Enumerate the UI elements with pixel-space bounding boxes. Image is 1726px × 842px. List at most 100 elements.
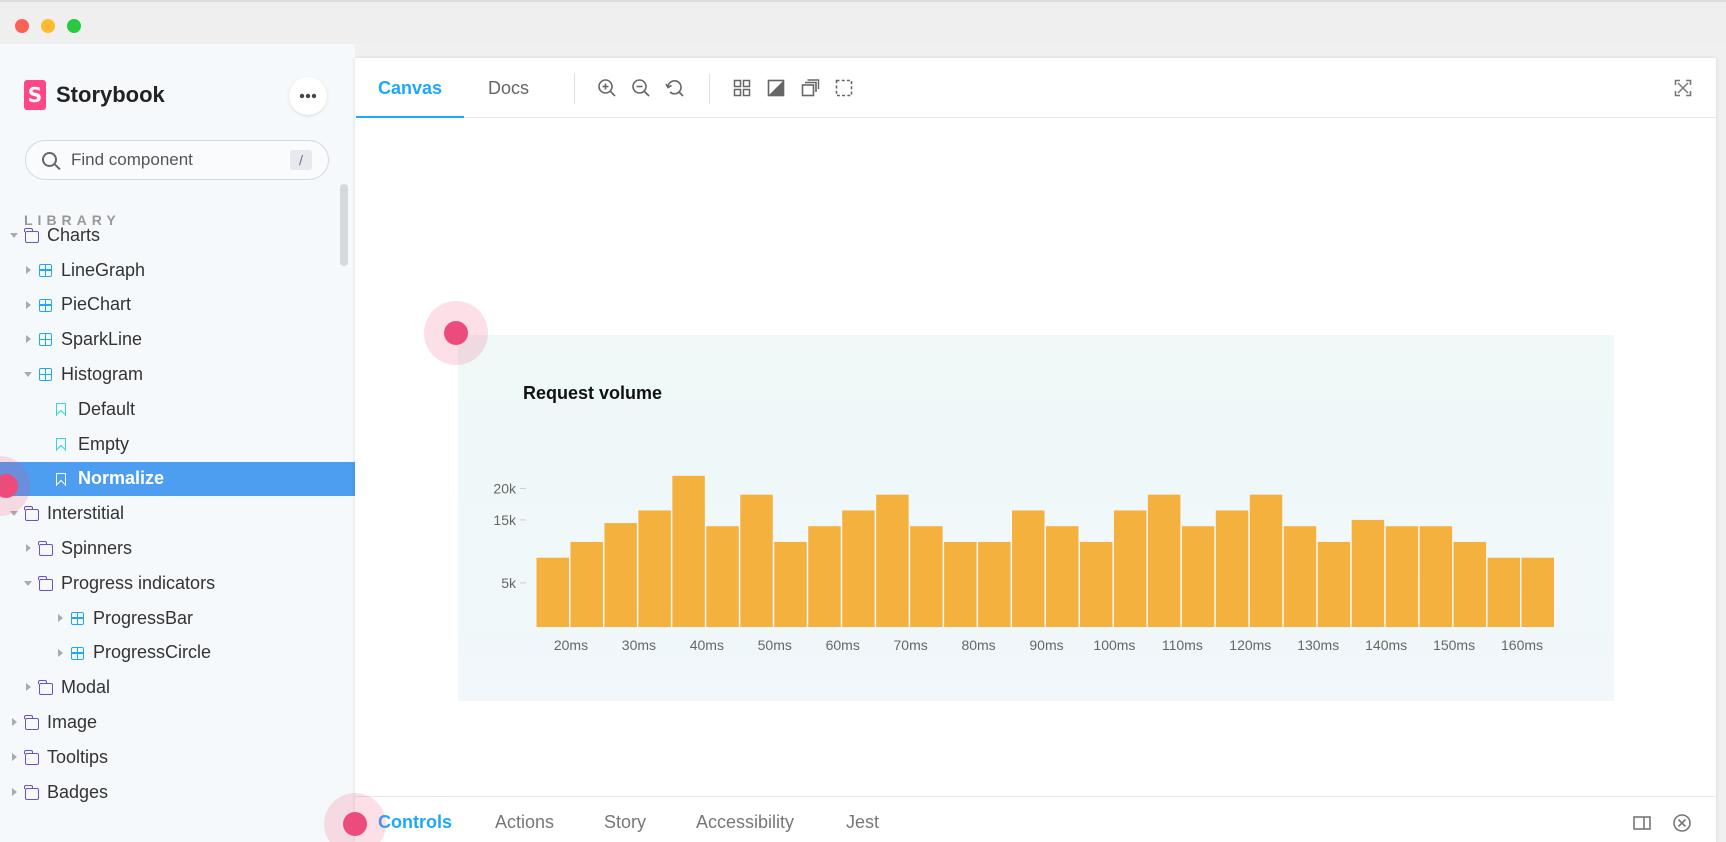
- sidebar-item-label: Progress indicators: [61, 572, 216, 593]
- sidebar-item-sparkline[interactable]: SparkLine: [0, 322, 355, 357]
- tab-label: Story: [604, 811, 647, 832]
- sidebar-item-badges[interactable]: Badges: [0, 775, 355, 810]
- chevron-right-icon[interactable]: [26, 544, 31, 553]
- histogram-bar[interactable]: [774, 541, 807, 627]
- x-tick-label: 80ms: [961, 637, 995, 653]
- sidebar-item-label: ProgressBar: [93, 607, 194, 628]
- histogram-bar[interactable]: [978, 541, 1011, 627]
- chevron-down-icon[interactable]: [10, 233, 18, 238]
- histogram-bar[interactable]: [944, 541, 977, 627]
- histogram-bar[interactable]: [842, 510, 875, 627]
- tab-docs[interactable]: Docs: [488, 58, 529, 118]
- component-icon: [39, 333, 52, 347]
- histogram-bar[interactable]: [604, 523, 637, 627]
- histogram-bar[interactable]: [1215, 510, 1249, 627]
- chevron-right-icon[interactable]: [26, 300, 31, 309]
- addon-tab-story[interactable]: Story: [604, 797, 646, 842]
- background-icon[interactable]: [766, 78, 786, 98]
- chevron-right-icon[interactable]: [58, 613, 63, 622]
- sidebar-item-spinners[interactable]: Spinners: [0, 531, 355, 566]
- sidebar-item-empty[interactable]: Empty: [0, 427, 355, 462]
- x-tick-label: 60ms: [826, 637, 860, 653]
- x-tick-label: 90ms: [1029, 637, 1063, 653]
- histogram-bar[interactable]: [1046, 526, 1079, 627]
- sidebar-item-progresscircle[interactable]: ProgressCircle: [0, 636, 355, 671]
- brand[interactable]: S Storybook: [24, 80, 165, 110]
- chevron-right-icon[interactable]: [12, 718, 17, 727]
- sidebar-item-label: ProgressCircle: [93, 642, 212, 663]
- sidebar-item-histogram[interactable]: Histogram: [0, 357, 355, 392]
- sidebar-item-default[interactable]: Default: [0, 392, 355, 427]
- addon-tab-controls[interactable]: Controls: [378, 797, 452, 842]
- more-options-button[interactable]: [289, 77, 327, 115]
- histogram-bar[interactable]: [1181, 526, 1215, 627]
- sidebar-item-progress-indicators[interactable]: Progress indicators: [0, 566, 355, 601]
- histogram-bar[interactable]: [1283, 526, 1317, 627]
- addon-tab-actions[interactable]: Actions: [495, 797, 554, 842]
- hotspot-indicator[interactable]: [424, 301, 488, 365]
- histogram-bar[interactable]: [1487, 557, 1521, 627]
- zoom-out-icon[interactable]: [631, 78, 651, 98]
- chevron-down-icon[interactable]: [24, 372, 32, 378]
- sidebar-item-interstitial[interactable]: Interstitial: [0, 496, 355, 531]
- chevron-right-icon[interactable]: [12, 787, 17, 796]
- main-panel: Canvas Docs Request volume 5k 15k 20k 20ms 3…: [355, 58, 1716, 842]
- sidebar-item-linegraph[interactable]: LineGraph: [0, 253, 355, 288]
- search-input[interactable]: [71, 149, 291, 171]
- fullscreen-icon[interactable]: [1673, 78, 1693, 98]
- chevron-right-icon[interactable]: [26, 683, 31, 692]
- x-tick-label: 160ms: [1501, 637, 1543, 653]
- histogram-bar[interactable]: [1419, 526, 1453, 627]
- histogram-bar[interactable]: [1147, 494, 1181, 627]
- sidebar-item-image[interactable]: Image: [0, 705, 355, 740]
- minimize-window-button[interactable]: [41, 19, 55, 33]
- close-window-button[interactable]: [15, 19, 29, 33]
- sidebar-item-progressbar[interactable]: ProgressBar: [0, 601, 355, 636]
- histogram-bar[interactable]: [1521, 557, 1554, 627]
- chevron-right-icon[interactable]: [58, 648, 63, 657]
- chevron-right-icon[interactable]: [26, 265, 31, 274]
- histogram-bar[interactable]: [910, 526, 943, 627]
- sidebar-item-label: Spinners: [61, 538, 133, 559]
- sidebar-item-piechart[interactable]: PieChart: [0, 288, 355, 323]
- tab-canvas[interactable]: Canvas: [355, 58, 465, 119]
- histogram-bar[interactable]: [638, 510, 671, 627]
- histogram-bar[interactable]: [876, 494, 909, 627]
- histogram-bar[interactable]: [808, 526, 841, 627]
- search-icon: [42, 152, 57, 167]
- histogram-bar[interactable]: [706, 526, 739, 627]
- histogram-bar[interactable]: [672, 475, 705, 627]
- hotspot-dot: [343, 812, 367, 836]
- histogram-bar[interactable]: [740, 494, 773, 627]
- histogram-bar[interactable]: [1012, 510, 1045, 627]
- panel-toggle-icon[interactable]: [1632, 813, 1652, 833]
- grid-icon[interactable]: [732, 78, 752, 98]
- chevron-right-icon[interactable]: [26, 335, 31, 344]
- viewport-icon[interactable]: [800, 78, 820, 98]
- histogram-bar[interactable]: [1453, 541, 1487, 627]
- sidebar-item-charts[interactable]: Charts: [0, 218, 355, 253]
- sidebar-item-tooltips[interactable]: Tooltips: [0, 740, 355, 775]
- histogram-bar[interactable]: [1317, 541, 1351, 627]
- histogram-bar[interactable]: [1351, 519, 1385, 627]
- histogram-bar[interactable]: [536, 557, 569, 627]
- maximize-window-button[interactable]: [67, 19, 81, 33]
- sidebar-item-modal[interactable]: Modal: [0, 670, 355, 705]
- component-icon: [39, 298, 52, 312]
- addon-tab-accessibility[interactable]: Accessibility: [696, 797, 794, 842]
- zoom-in-icon[interactable]: [597, 78, 617, 98]
- chevron-right-icon[interactable]: [12, 752, 17, 761]
- histogram-bar[interactable]: [570, 541, 603, 627]
- histogram-bar[interactable]: [1385, 526, 1419, 627]
- outline-icon[interactable]: [834, 78, 854, 98]
- reset-zoom-icon[interactable]: [665, 78, 685, 98]
- sidebar-item-normalize[interactable]: Normalize: [0, 461, 355, 497]
- chevron-down-icon[interactable]: [24, 580, 32, 586]
- histogram-bar[interactable]: [1249, 494, 1283, 627]
- sidebar-item-label: Default: [78, 398, 136, 419]
- histogram-bar[interactable]: [1079, 541, 1113, 627]
- histogram-bar[interactable]: [1113, 510, 1147, 627]
- addon-tab-jest[interactable]: Jest: [846, 797, 879, 842]
- search-box[interactable]: /: [25, 140, 329, 180]
- close-icon[interactable]: [1672, 813, 1692, 833]
